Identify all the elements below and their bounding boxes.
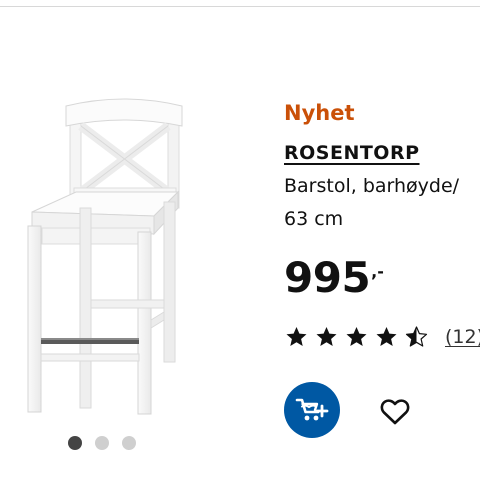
price-integer: 995 bbox=[284, 253, 371, 302]
product-description-line-2: 63 cm bbox=[284, 208, 344, 230]
star-full-icon bbox=[286, 327, 307, 346]
carousel-dot-3[interactable] bbox=[122, 436, 136, 450]
product-name-link[interactable]: ROSENTORP bbox=[284, 139, 420, 167]
carousel-dot-2[interactable] bbox=[95, 436, 109, 450]
review-count-link[interactable]: (12) bbox=[445, 326, 480, 348]
star-full-icon bbox=[376, 327, 397, 346]
price-decimals: ,- bbox=[371, 262, 384, 281]
top-divider bbox=[0, 6, 480, 7]
star-full-icon bbox=[346, 327, 367, 346]
shopping-cart-add-icon bbox=[295, 398, 329, 421]
product-price: 995 ,- bbox=[284, 252, 384, 304]
wishlist-button[interactable] bbox=[378, 394, 412, 428]
image-carousel-dots bbox=[68, 436, 136, 450]
carousel-dot-1[interactable] bbox=[68, 436, 82, 450]
new-badge: Nyhet bbox=[284, 101, 355, 125]
product-description-line-1: Barstol, barhøyde/ bbox=[284, 175, 460, 197]
product-card-page: Nyhet ROSENTORP Barstol, barhøyde/ 63 cm… bbox=[0, 0, 480, 480]
product-info: Nyhet ROSENTORP Barstol, barhøyde/ 63 cm bbox=[284, 96, 480, 236]
product-image[interactable] bbox=[14, 92, 260, 422]
star-full-icon bbox=[316, 327, 337, 346]
heart-outline-icon bbox=[380, 398, 410, 424]
product-description: Barstol, barhøyde/ 63 cm bbox=[284, 170, 480, 236]
add-to-cart-button[interactable] bbox=[284, 382, 340, 438]
star-half-icon bbox=[405, 326, 428, 347]
product-rating[interactable]: (12) bbox=[284, 325, 480, 349]
rating-stars bbox=[284, 325, 429, 349]
